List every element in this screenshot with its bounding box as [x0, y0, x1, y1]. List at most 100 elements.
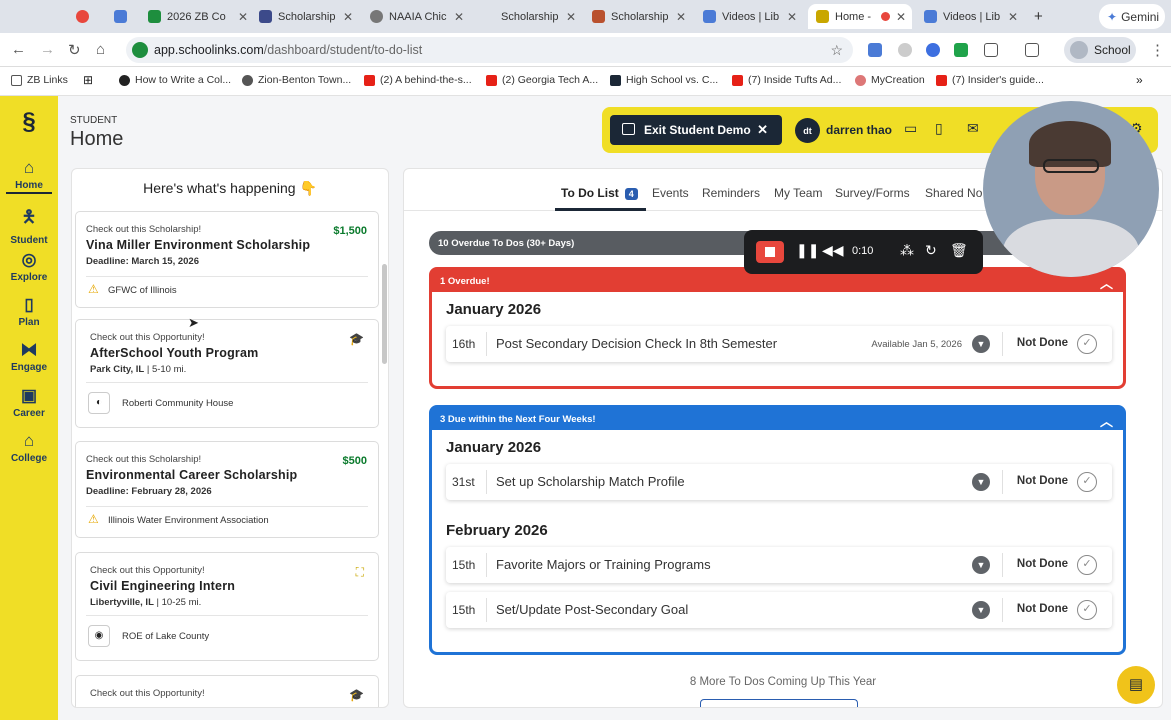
rail-item-explore[interactable]: ◎ Explore	[0, 250, 58, 283]
close-icon[interactable]: ✕	[566, 10, 576, 24]
reload-icon[interactable]: ↻	[68, 41, 81, 59]
close-icon[interactable]: ✕	[787, 10, 797, 24]
feed-card[interactable]: Check out this Opportunity! 🎓 AfterSchoo…	[75, 319, 379, 428]
chevron-down-icon[interactable]: ▼	[972, 335, 990, 353]
bookmark-item[interactable]: (2) A behind-the-s...	[364, 74, 472, 86]
check-icon[interactable]: ✓	[1077, 334, 1097, 354]
extension-icon[interactable]	[898, 43, 912, 57]
tab-todo-list[interactable]: To Do List 4	[561, 186, 638, 200]
close-icon[interactable]: ✕	[896, 10, 906, 24]
close-icon[interactable]: ✕	[676, 10, 686, 24]
rail-item-college[interactable]: ⌂ College	[0, 431, 58, 464]
bookmark-item[interactable]: (2) Georgia Tech A...	[486, 74, 598, 86]
url-input[interactable]: app.schoolinks.com/dashboard/student/to-…	[126, 37, 853, 63]
chevron-down-icon[interactable]: ▼	[972, 473, 990, 491]
grid-icon[interactable]: ⁂	[900, 242, 914, 259]
bookmark-item[interactable]: Zion-Benton Town...	[242, 74, 351, 86]
user-name[interactable]: darren thao	[826, 123, 892, 137]
feed-scrollbar[interactable]	[382, 264, 387, 364]
extension-icon[interactable]	[926, 43, 940, 57]
tab-my-team[interactable]: My Team	[774, 186, 822, 200]
close-icon[interactable]: ✕	[757, 122, 768, 138]
browser-tab[interactable]: Videos | Lib ✕	[924, 4, 1024, 29]
forward-icon[interactable]: →	[40, 41, 55, 58]
rewind-icon[interactable]: ◀◀	[822, 242, 844, 259]
todo-title[interactable]: Post Secondary Decision Check In 8th Sem…	[496, 336, 777, 351]
rail-item-engage[interactable]: ⧓ Engage	[0, 340, 58, 373]
chevron-down-icon[interactable]: ▼	[972, 601, 990, 619]
todo-row[interactable]: 15th Set/Update Post-Secondary Goal ▼ No…	[446, 592, 1112, 628]
browser-tab[interactable]	[76, 4, 96, 29]
feed-card[interactable]: Check out this Opportunity! ⛶ Civil Engi…	[75, 552, 379, 661]
card-title[interactable]: Environmental Career Scholarship	[86, 468, 297, 482]
close-icon[interactable]: ✕	[343, 10, 353, 24]
card-title[interactable]: AfterSchool Youth Program	[90, 346, 258, 360]
browser-tab[interactable]	[114, 4, 134, 29]
puzzle-icon[interactable]	[984, 43, 998, 57]
browser-tab[interactable]: Videos | Lib ✕	[703, 4, 803, 29]
back-icon[interactable]: ←	[11, 41, 26, 58]
bookmark-item[interactable]: MyCreation	[855, 74, 925, 86]
bookmark-item[interactable]: High School vs. C...	[610, 74, 718, 86]
browser-tab[interactable]: NAAIA Chic ✕	[370, 4, 470, 29]
gemini-button[interactable]: ✦ Gemini	[1099, 4, 1165, 29]
card-title[interactable]: Vina Miller Environment Scholarship	[86, 238, 310, 252]
feed-card[interactable]: Check out this Scholarship! $500 Environ…	[75, 441, 379, 538]
exit-demo-button[interactable]: Exit Student Demo ✕	[610, 115, 782, 145]
document-icon[interactable]: ▯	[935, 120, 943, 137]
new-tab-button[interactable]: +	[1034, 4, 1048, 29]
todo-title[interactable]: Favorite Majors or Training Programs	[496, 557, 711, 572]
todo-title[interactable]: Set/Update Post-Secondary Goal	[496, 602, 688, 617]
browser-tab[interactable]: Scholarship ✕	[592, 4, 692, 29]
feed-card[interactable]: Check out this Opportunity! 🎓	[75, 675, 379, 707]
pause-icon[interactable]: ❚❚	[796, 242, 819, 259]
bookmark-item[interactable]: ZB Links	[11, 74, 68, 86]
trash-icon[interactable]: 🗑	[950, 242, 968, 259]
tab-shared-notes[interactable]: Shared No	[925, 186, 982, 200]
card-title[interactable]: Civil Engineering Intern	[90, 579, 235, 593]
todo-row[interactable]: 16th Post Secondary Decision Check In 8t…	[446, 326, 1112, 362]
avatar[interactable]: dt	[795, 118, 820, 143]
schoolinks-logo[interactable]: §	[16, 108, 42, 136]
extension-icon[interactable]	[868, 43, 882, 57]
mail-icon[interactable]: ✉	[967, 120, 979, 137]
browser-tab[interactable]: Scholarship ✕	[482, 4, 582, 29]
tab-survey-forms[interactable]: Survey/Forms	[835, 186, 910, 200]
close-icon[interactable]: ✕	[454, 10, 464, 24]
check-icon[interactable]: ✓	[1077, 555, 1097, 575]
profile-button[interactable]: School	[1064, 37, 1136, 63]
folder-icon[interactable]: ▭	[904, 120, 917, 137]
todo-title[interactable]: Set up Scholarship Match Profile	[496, 474, 685, 489]
apps-grid-icon[interactable]: ⊞	[83, 73, 93, 87]
browser-tab[interactable]: 2026 ZB Co ✕	[148, 4, 254, 29]
tab-reminders[interactable]: Reminders	[702, 186, 760, 200]
webcam-bubble[interactable]	[983, 101, 1159, 277]
check-icon[interactable]: ✓	[1077, 472, 1097, 492]
extension-icon[interactable]	[954, 43, 968, 57]
due-soon-group-header[interactable]: 3 Due within the Next Four Weeks! ︿	[432, 408, 1123, 430]
bookmark-item[interactable]: (7) Inside Tufts Ad...	[732, 74, 841, 86]
todo-row[interactable]: 15th Favorite Majors or Training Program…	[446, 547, 1112, 583]
star-icon[interactable]: ☆	[830, 42, 843, 59]
site-info-icon[interactable]	[132, 42, 148, 58]
chevron-right-icon[interactable]: »	[1136, 73, 1143, 87]
close-icon[interactable]: ✕	[238, 10, 248, 24]
bookmark-item[interactable]: (7) Insider's guide...	[936, 74, 1044, 86]
chat-launcher-button[interactable]: ▤	[1117, 666, 1155, 704]
bookmark-item[interactable]: How to Write a Col...	[119, 74, 231, 86]
check-icon[interactable]: ✓	[1077, 600, 1097, 620]
chevron-down-icon[interactable]: ▼	[972, 556, 990, 574]
rail-item-career[interactable]: ▣ Career	[0, 386, 58, 419]
browser-tab-active[interactable]: Home - ✕	[808, 4, 912, 29]
rail-item-student[interactable]: 🯅 Student	[0, 204, 58, 246]
rail-item-plan[interactable]: ▯ Plan	[0, 295, 58, 328]
cast-icon[interactable]	[1025, 43, 1039, 57]
menu-icon[interactable]: ⋮	[1150, 41, 1165, 59]
todo-row[interactable]: 31st Set up Scholarship Match Profile ▼ …	[446, 464, 1112, 500]
restart-icon[interactable]: ↻	[925, 242, 937, 259]
feed-card[interactable]: Check out this Scholarship! $1,500 Vina …	[75, 211, 379, 308]
chevron-up-icon[interactable]: ︿	[1100, 411, 1113, 430]
stop-recording-button[interactable]	[756, 241, 784, 263]
browser-tab[interactable]: Scholarship ✕	[259, 4, 359, 29]
tab-events[interactable]: Events	[652, 186, 689, 200]
